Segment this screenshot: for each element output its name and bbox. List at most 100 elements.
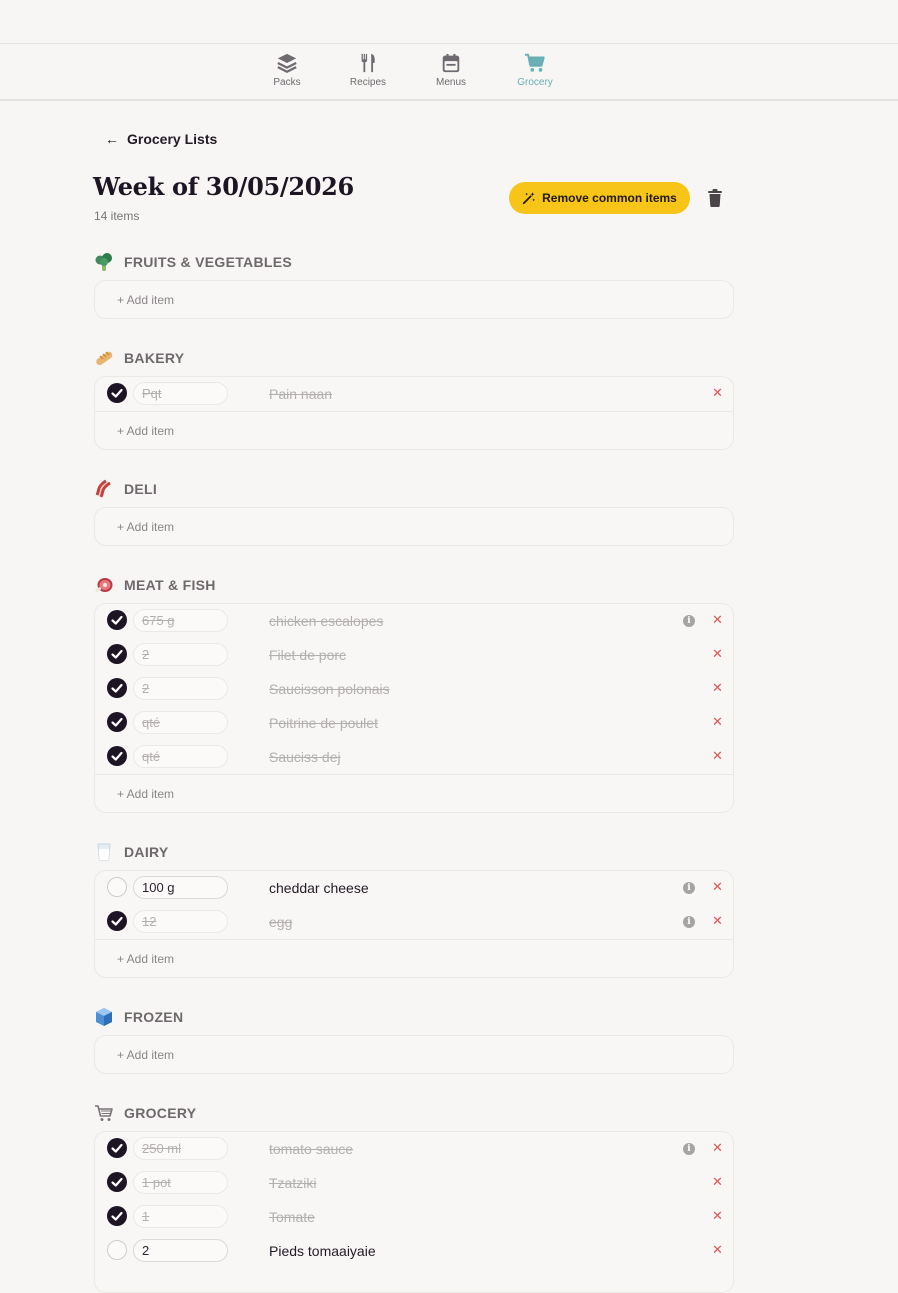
item-name[interactable]: cheddar cheese <box>269 880 369 896</box>
list-item: 2 Pieds tomaaiyaie ✕ <box>95 1234 733 1268</box>
item-name[interactable]: Pieds tomaaiyaie <box>269 1243 376 1259</box>
item-count: 14 items <box>94 209 140 223</box>
list-item: qté Sauciss dej ✕ <box>95 740 733 774</box>
list-item: 1 Tomate ✕ <box>95 1200 733 1234</box>
section-title: DELI <box>124 481 158 497</box>
quantity-input[interactable]: 250 ml <box>133 1137 228 1160</box>
nav-grocery[interactable]: Grocery <box>500 52 570 88</box>
delete-item-icon[interactable]: ✕ <box>712 879 723 895</box>
delete-item-icon[interactable]: ✕ <box>712 612 723 628</box>
broccoli-icon <box>95 253 112 271</box>
item-name[interactable]: Poitrine de poulet <box>269 715 378 731</box>
add-item-button[interactable]: + Add item <box>95 281 733 318</box>
trash-icon[interactable] <box>707 189 723 207</box>
quantity-input[interactable]: 1 pot <box>133 1171 228 1194</box>
quantity-input[interactable]: qté <box>133 711 228 734</box>
add-item-label: + Add item <box>117 293 175 307</box>
nav-menus[interactable]: Menus <box>416 52 486 88</box>
shopping-cart-icon <box>95 1105 113 1121</box>
info-icon[interactable]: i <box>683 615 695 627</box>
add-item-label: + Add item <box>117 520 175 534</box>
delete-item-icon[interactable]: ✕ <box>712 385 723 401</box>
section-title: GROCERY <box>124 1105 197 1121</box>
top-bar <box>0 0 898 44</box>
quantity-input[interactable]: qté <box>133 745 228 768</box>
unchecked-circle-icon[interactable] <box>107 1240 127 1260</box>
remove-common-items-button[interactable]: Remove common items <box>509 182 690 214</box>
delete-item-icon[interactable]: ✕ <box>712 714 723 730</box>
main-nav: Packs Recipes Menus Grocery <box>0 44 898 101</box>
delete-item-icon[interactable]: ✕ <box>712 1140 723 1156</box>
info-icon[interactable]: i <box>683 1143 695 1155</box>
add-item-button[interactable]: + Add item <box>95 1036 733 1073</box>
quantity-input[interactable]: 675 g <box>133 609 228 632</box>
checkmark-icon[interactable] <box>107 383 127 403</box>
add-item-button[interactable]: + Add item <box>95 939 733 977</box>
nav-packs-label: Packs <box>273 77 301 88</box>
item-name[interactable]: Saucisson polonais <box>269 681 390 697</box>
baguette-icon <box>96 351 113 366</box>
quantity-input[interactable]: Pqt <box>133 382 228 405</box>
quantity-input[interactable]: 2 <box>133 677 228 700</box>
nav-grocery-label: Grocery <box>517 77 553 88</box>
delete-item-icon[interactable]: ✕ <box>712 1174 723 1190</box>
remove-common-items-label: Remove common items <box>542 191 677 205</box>
add-item-button[interactable]: + Add item <box>95 508 733 545</box>
list-item: Pqt Pain naan ✕ <box>95 377 733 411</box>
section-card: + Add item <box>94 507 734 546</box>
item-name[interactable]: Sauciss dej <box>269 749 341 765</box>
layers-icon <box>277 53 297 73</box>
checkmark-icon[interactable] <box>107 911 127 931</box>
item-name[interactable]: tomato sauce <box>269 1141 353 1157</box>
delete-item-icon[interactable]: ✕ <box>712 913 723 929</box>
quantity-input[interactable]: 2 <box>133 1239 228 1262</box>
add-item-button[interactable]: + Add item <box>95 774 733 812</box>
nav-menus-label: Menus <box>435 77 466 88</box>
cart-icon <box>524 53 545 72</box>
ice-cube-icon <box>96 1008 112 1026</box>
checkmark-icon[interactable] <box>107 1172 127 1192</box>
list-item: 100 g cheddar cheese i ✕ <box>95 871 733 905</box>
nav-recipes[interactable]: Recipes <box>333 52 403 88</box>
quantity-input[interactable]: 2 <box>133 643 228 666</box>
nav-packs[interactable]: Packs <box>252 52 322 88</box>
section-title: FROZEN <box>124 1009 184 1025</box>
add-item-label: + Add item <box>117 787 175 801</box>
checkmark-icon[interactable] <box>107 644 127 664</box>
section-title: DAIRY <box>124 844 169 860</box>
checkmark-icon[interactable] <box>107 746 127 766</box>
quantity-input[interactable]: 12 <box>133 910 228 933</box>
quantity-input[interactable]: 100 g <box>133 876 228 899</box>
list-item: qté Poitrine de poulet ✕ <box>95 706 733 740</box>
item-name[interactable]: chicken escalopes <box>269 613 383 629</box>
info-icon[interactable]: i <box>683 916 695 928</box>
item-name[interactable]: Filet de porc <box>269 647 346 663</box>
section-card: 100 g cheddar cheese i ✕ 12 egg i ✕ + Ad… <box>94 870 734 978</box>
list-item: 12 egg i ✕ <box>95 905 733 939</box>
quantity-input[interactable]: 1 <box>133 1205 228 1228</box>
add-item-label: + Add item <box>117 424 175 438</box>
unchecked-circle-icon[interactable] <box>107 877 127 897</box>
section-card: Pqt Pain naan ✕ + Add item <box>94 376 734 450</box>
item-name[interactable]: Tzatziki <box>269 1175 316 1191</box>
delete-item-icon[interactable]: ✕ <box>712 1242 723 1258</box>
delete-item-icon[interactable]: ✕ <box>712 1208 723 1224</box>
checkmark-icon[interactable] <box>107 1138 127 1158</box>
back-link[interactable]: ← Grocery Lists <box>105 131 217 147</box>
checkmark-icon[interactable] <box>107 610 127 630</box>
item-name[interactable]: Pain naan <box>269 386 332 402</box>
delete-item-icon[interactable]: ✕ <box>712 748 723 764</box>
bacon-icon <box>95 479 111 498</box>
list-item: 1 pot Tzatziki ✕ <box>95 1166 733 1200</box>
item-name[interactable]: egg <box>269 914 292 930</box>
delete-item-icon[interactable]: ✕ <box>712 680 723 696</box>
arrow-left-icon: ← <box>105 131 119 147</box>
delete-item-icon[interactable]: ✕ <box>712 646 723 662</box>
checkmark-icon[interactable] <box>107 712 127 732</box>
checkmark-icon[interactable] <box>107 678 127 698</box>
list-item: 250 ml tomato sauce i ✕ <box>95 1132 733 1166</box>
info-icon[interactable]: i <box>683 882 695 894</box>
checkmark-icon[interactable] <box>107 1206 127 1226</box>
item-name[interactable]: Tomate <box>269 1209 315 1225</box>
add-item-button[interactable]: + Add item <box>95 411 733 449</box>
